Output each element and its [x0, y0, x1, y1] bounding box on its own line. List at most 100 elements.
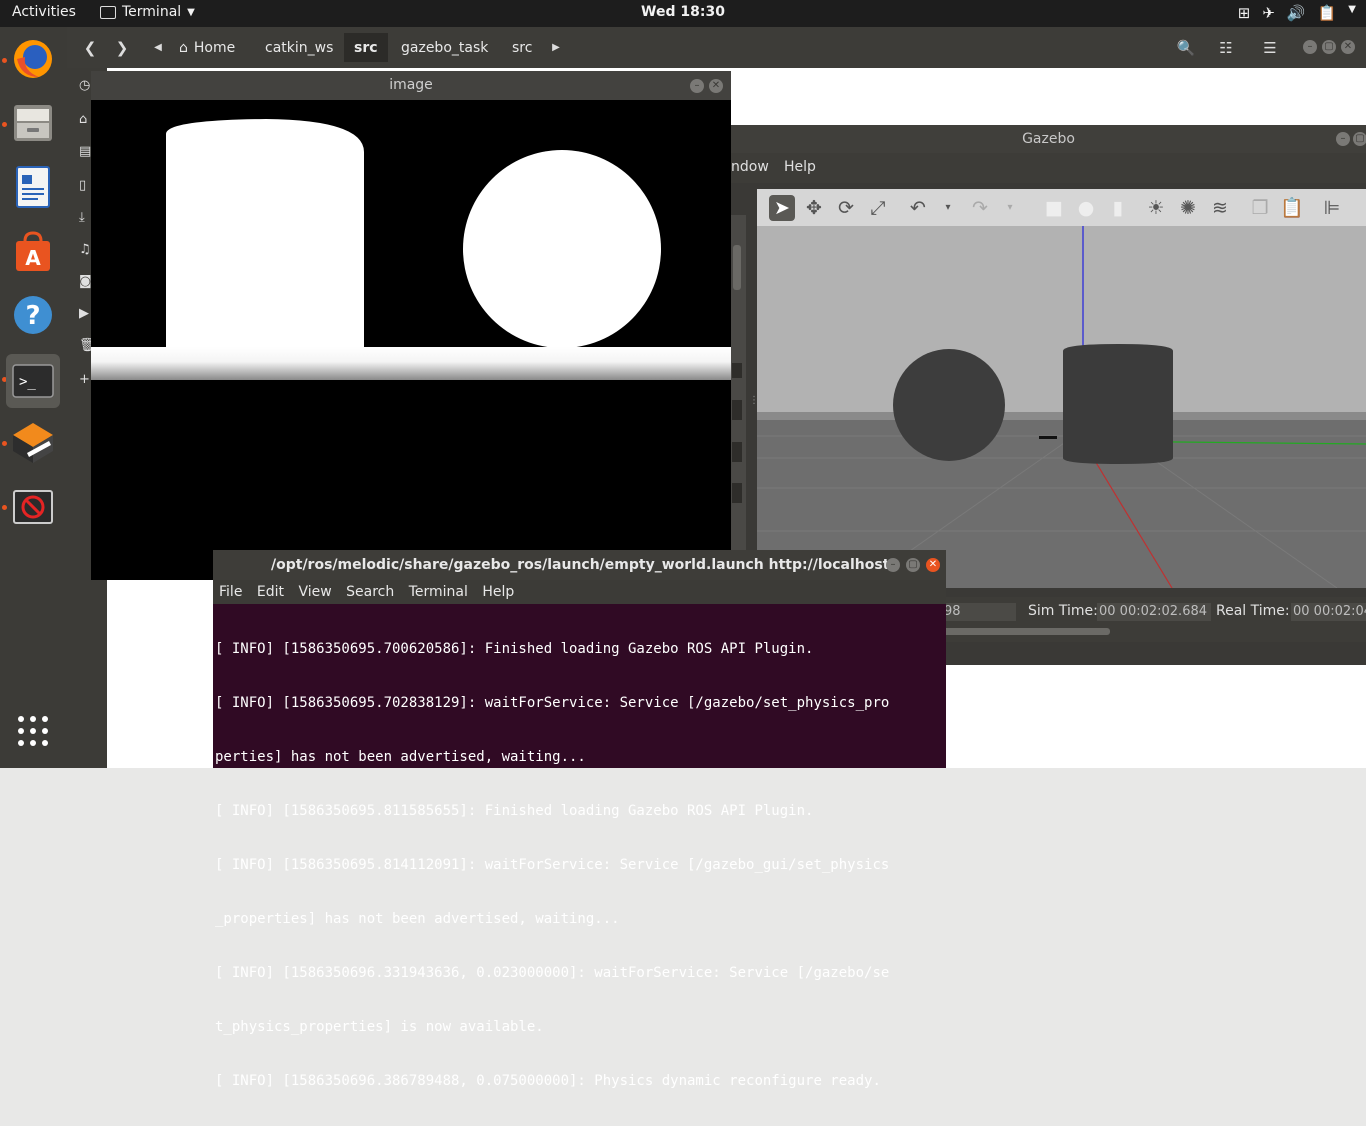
box-shape-icon[interactable]: ■	[1041, 195, 1067, 221]
recent-icon[interactable]: ◷	[79, 78, 90, 93]
svg-text:?: ?	[25, 301, 40, 331]
clipboard-icon[interactable]: 📋	[1318, 4, 1337, 22]
ground-band	[91, 347, 731, 380]
search-icon: 🔍	[1176, 38, 1196, 57]
path-left-button[interactable]: ◀	[151, 34, 165, 61]
menu-terminal[interactable]: Terminal	[409, 584, 468, 600]
grid-icon: ☷	[1219, 38, 1233, 57]
paste-icon[interactable]: 📋	[1279, 195, 1305, 221]
no-entry-icon[interactable]	[9, 483, 57, 531]
rotate-mode-icon[interactable]: ⟳	[833, 195, 859, 221]
files-icon[interactable]	[9, 99, 57, 147]
maximize-button[interactable]: ▢	[1353, 132, 1366, 146]
align-icon[interactable]: ⊫	[1319, 195, 1345, 221]
scale-mode-icon[interactable]: ⤢	[865, 195, 891, 221]
back-button[interactable]: ❮	[77, 34, 103, 61]
gazebo-3d-viewport[interactable]	[757, 226, 1366, 588]
menu-help[interactable]: Help	[784, 159, 816, 175]
directional-light-icon[interactable]: ≋	[1207, 195, 1233, 221]
download-icon[interactable]: ⤓	[79, 210, 85, 225]
menu-help[interactable]: Help	[482, 584, 514, 600]
breadcrumb-label: gazebo_task	[401, 39, 489, 56]
home-icon: ⌂	[179, 39, 188, 56]
real-time-label: Real Time:	[1216, 603, 1290, 619]
network-icon[interactable]: ⊞	[1238, 4, 1251, 22]
panel-field[interactable]	[732, 483, 742, 503]
search-button[interactable]: 🔍	[1171, 34, 1201, 61]
gazebo-icon[interactable]	[9, 419, 57, 467]
gazebo-title: Gazebo	[731, 125, 1366, 153]
camera-icon[interactable]: ◙	[79, 274, 92, 289]
terminal-line: t_physics_properties] is now available.	[215, 1019, 544, 1035]
view-options-button[interactable]: ☷	[1211, 34, 1241, 61]
svg-text:A: A	[25, 246, 41, 270]
menu-view[interactable]: View	[298, 584, 331, 600]
select-mode-icon[interactable]: ➤	[769, 195, 795, 221]
breadcrumb-home[interactable]: ⌂ Home	[169, 33, 245, 62]
minimize-button[interactable]: –	[1336, 132, 1350, 146]
arrow-right-icon: ▶	[552, 42, 560, 53]
chevron-down-icon[interactable]: ▼	[1348, 4, 1356, 22]
sphere-silhouette	[463, 150, 661, 348]
music-icon[interactable]: ♫	[79, 242, 91, 257]
point-light-icon[interactable]: ☀	[1143, 195, 1169, 221]
menu-search[interactable]: Search	[346, 584, 394, 600]
breadcrumb-catkin-ws[interactable]: catkin_ws	[255, 33, 343, 62]
close-button[interactable]: ✕	[1341, 40, 1355, 54]
close-button[interactable]: ✕	[926, 558, 940, 572]
running-indicator	[2, 122, 7, 127]
undo-dropdown-icon[interactable]: ▾	[935, 195, 961, 221]
show-apps-icon[interactable]	[9, 707, 57, 755]
maximize-button[interactable]: ▢	[906, 558, 920, 572]
spot-light-icon[interactable]: ✺	[1175, 195, 1201, 221]
system-tray[interactable]: ⊞ ✈ 🔊 📋 ▼	[1238, 4, 1356, 22]
redo-icon[interactable]: ↷	[967, 195, 993, 221]
firefox-icon[interactable]	[9, 35, 57, 83]
menu-file[interactable]: File	[219, 584, 242, 600]
redo-dropdown-icon[interactable]: ▾	[997, 195, 1023, 221]
minimize-button[interactable]: –	[1303, 40, 1317, 54]
clock[interactable]: Wed 18:30	[0, 4, 1366, 20]
software-icon[interactable]: A	[9, 227, 57, 275]
add-location-icon[interactable]: +	[79, 372, 90, 387]
menu-button[interactable]: ☰	[1255, 34, 1285, 61]
path-right-button[interactable]: ▶	[549, 34, 563, 61]
terminal-line: [ INFO] [1586350695.702838129]: waitForS…	[215, 695, 890, 711]
image-window: image – ✕	[91, 71, 731, 580]
running-indicator	[2, 441, 7, 446]
home-icon[interactable]: ⌂	[79, 112, 87, 127]
horizontal-scrollbar[interactable]	[942, 628, 1110, 635]
breadcrumb-gazebo-task[interactable]: gazebo_task	[391, 33, 498, 62]
minimize-button[interactable]: –	[886, 558, 900, 572]
folder-icon[interactable]: ▤	[79, 144, 91, 159]
panel-field[interactable]	[732, 400, 742, 420]
terminal-menubar: File Edit View Search Terminal Help	[213, 580, 946, 604]
translate-mode-icon[interactable]: ✥	[801, 195, 827, 221]
video-icon[interactable]: ▶	[79, 306, 89, 321]
terminal-icon[interactable]: >_	[6, 354, 60, 408]
terminal-output[interactable]: [ INFO] [1586350695.700620586]: Finished…	[213, 604, 948, 1089]
copy-icon[interactable]: ❐	[1247, 195, 1273, 221]
running-indicator	[2, 505, 7, 510]
writer-icon[interactable]	[9, 163, 57, 211]
document-icon[interactable]: ▯	[79, 178, 86, 193]
panel-field[interactable]	[732, 442, 742, 462]
undo-icon[interactable]: ↶	[905, 195, 931, 221]
menu-window[interactable]: ndow	[731, 159, 769, 175]
breadcrumb-src-active[interactable]: src	[344, 33, 388, 62]
maximize-button[interactable]: ▢	[1322, 40, 1336, 54]
close-button[interactable]: ✕	[709, 79, 723, 93]
panel-scrollbar[interactable]	[733, 245, 741, 290]
airplane-icon[interactable]: ✈	[1262, 4, 1275, 22]
forward-button[interactable]: ❯	[109, 34, 135, 61]
panel-field[interactable]	[732, 363, 742, 378]
minimize-button[interactable]: –	[690, 79, 704, 93]
volume-icon[interactable]: 🔊	[1287, 4, 1306, 22]
breadcrumb-src[interactable]: src	[502, 33, 542, 62]
menu-edit[interactable]: Edit	[257, 584, 284, 600]
svg-text:>_: >_	[19, 374, 36, 390]
terminal-line: _properties] has not been advertised, wa…	[215, 911, 620, 927]
cylinder-shape-icon[interactable]: ▮	[1105, 195, 1131, 221]
sphere-shape-icon[interactable]: ●	[1073, 195, 1099, 221]
help-icon[interactable]: ?	[9, 291, 57, 339]
